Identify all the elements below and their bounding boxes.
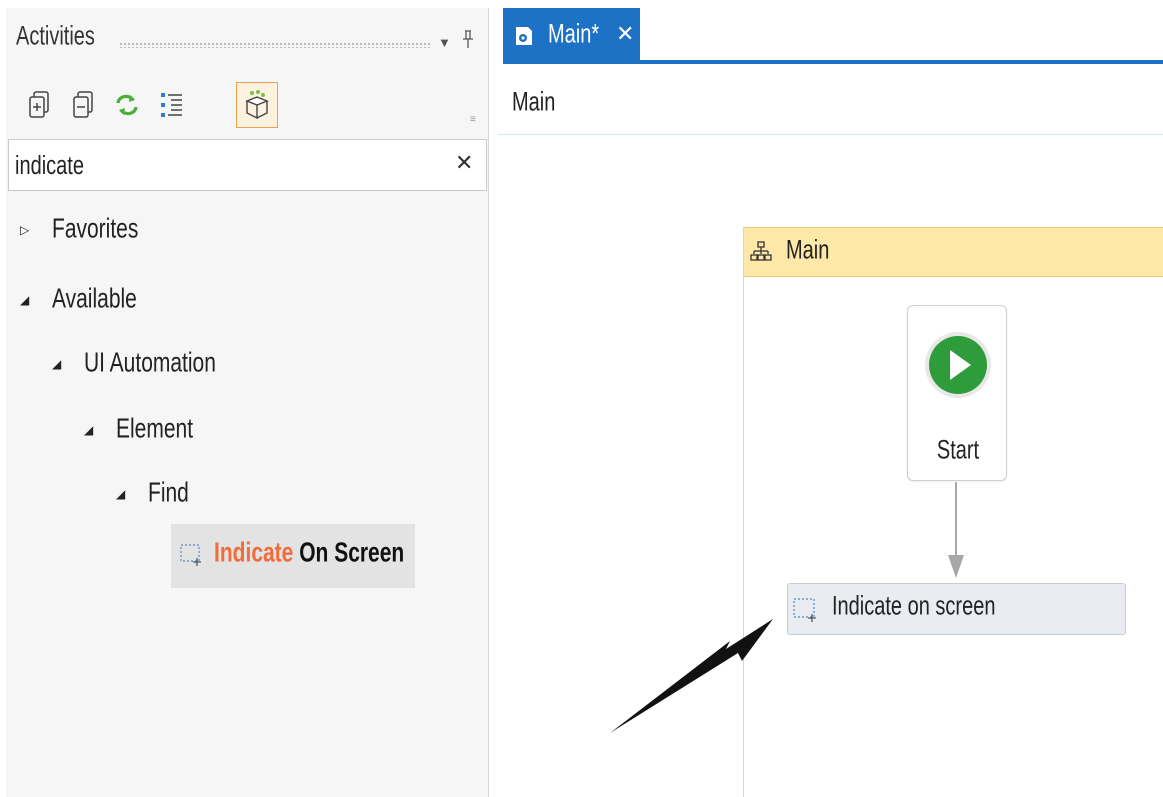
tree-item-ui-automation[interactable]: ◢ UI Automation	[52, 344, 216, 384]
start-label: Start	[936, 435, 980, 465]
workflow-canvas[interactable]: Main Start Indicate on screen	[498, 135, 1163, 797]
tab-main[interactable]: Main* ✕	[503, 8, 640, 61]
tree-item-find[interactable]: ◢ Find	[116, 474, 189, 514]
collapse-arrow-icon[interactable]: ◢	[52, 357, 74, 371]
flowchart-icon	[750, 241, 772, 268]
activities-panel: Activities ▼ ≡ ✕ ▷ Favorites ◢ A	[6, 8, 489, 797]
panel-title: Activities	[16, 21, 95, 51]
activity-result-label: Indicate On Screen	[214, 537, 405, 569]
indicate-on-screen-activity[interactable]: Indicate on screen	[787, 583, 1126, 635]
tree-item-element[interactable]: ◢ Element	[84, 410, 193, 450]
toolbar-overflow-icon[interactable]: ≡	[470, 114, 476, 125]
collapse-arrow-icon[interactable]: ◢	[116, 487, 138, 501]
activity-result-indicate-on-screen[interactable]: Indicate On Screen	[171, 524, 415, 588]
flowchart-title: Main	[786, 235, 830, 265]
indicate-icon	[792, 596, 820, 629]
pin-icon[interactable]	[462, 30, 474, 55]
search-box: ✕	[8, 139, 487, 191]
indicate-icon	[179, 542, 205, 573]
tab-bar: Main* ✕	[498, 0, 1163, 64]
expand-all-icon[interactable]	[18, 82, 60, 128]
activities-toolbar: ≡	[6, 78, 489, 136]
collapse-arrow-icon[interactable]: ◢	[84, 423, 106, 437]
close-icon[interactable]: ✕	[616, 21, 634, 47]
collapse-all-icon[interactable]	[62, 82, 104, 128]
search-input[interactable]	[13, 142, 437, 190]
refresh-icon[interactable]	[106, 82, 148, 128]
breadcrumb[interactable]: Main	[512, 88, 555, 118]
clear-search-icon[interactable]: ✕	[455, 150, 473, 176]
start-node[interactable]: Start	[907, 305, 1007, 481]
show-tree-icon[interactable]	[150, 82, 192, 128]
flowchart-container[interactable]: Main Start Indicate on screen	[743, 227, 1163, 797]
tree-item-available[interactable]: ◢ Available	[20, 280, 137, 320]
panel-drag-handle[interactable]	[119, 42, 431, 48]
tree-item-favorites[interactable]: ▷ Favorites	[20, 210, 138, 250]
activity-label: Indicate on screen	[832, 591, 996, 621]
panel-header: Activities ▼	[6, 8, 489, 74]
play-icon	[923, 330, 993, 405]
collapse-arrow-icon[interactable]: ◢	[20, 293, 42, 307]
expand-arrow-icon[interactable]: ▷	[20, 223, 42, 237]
available-packages-icon[interactable]	[236, 82, 278, 128]
designer-area: Main* ✕ Main Main Start Indicate on scre…	[498, 0, 1163, 797]
workflow-file-icon	[513, 25, 535, 52]
tab-main-label: Main*	[548, 19, 600, 49]
flowchart-header[interactable]: Main	[744, 227, 1163, 277]
breadcrumb-bar: Main	[498, 64, 1163, 135]
panel-dropdown-icon[interactable]: ▼	[438, 35, 451, 50]
